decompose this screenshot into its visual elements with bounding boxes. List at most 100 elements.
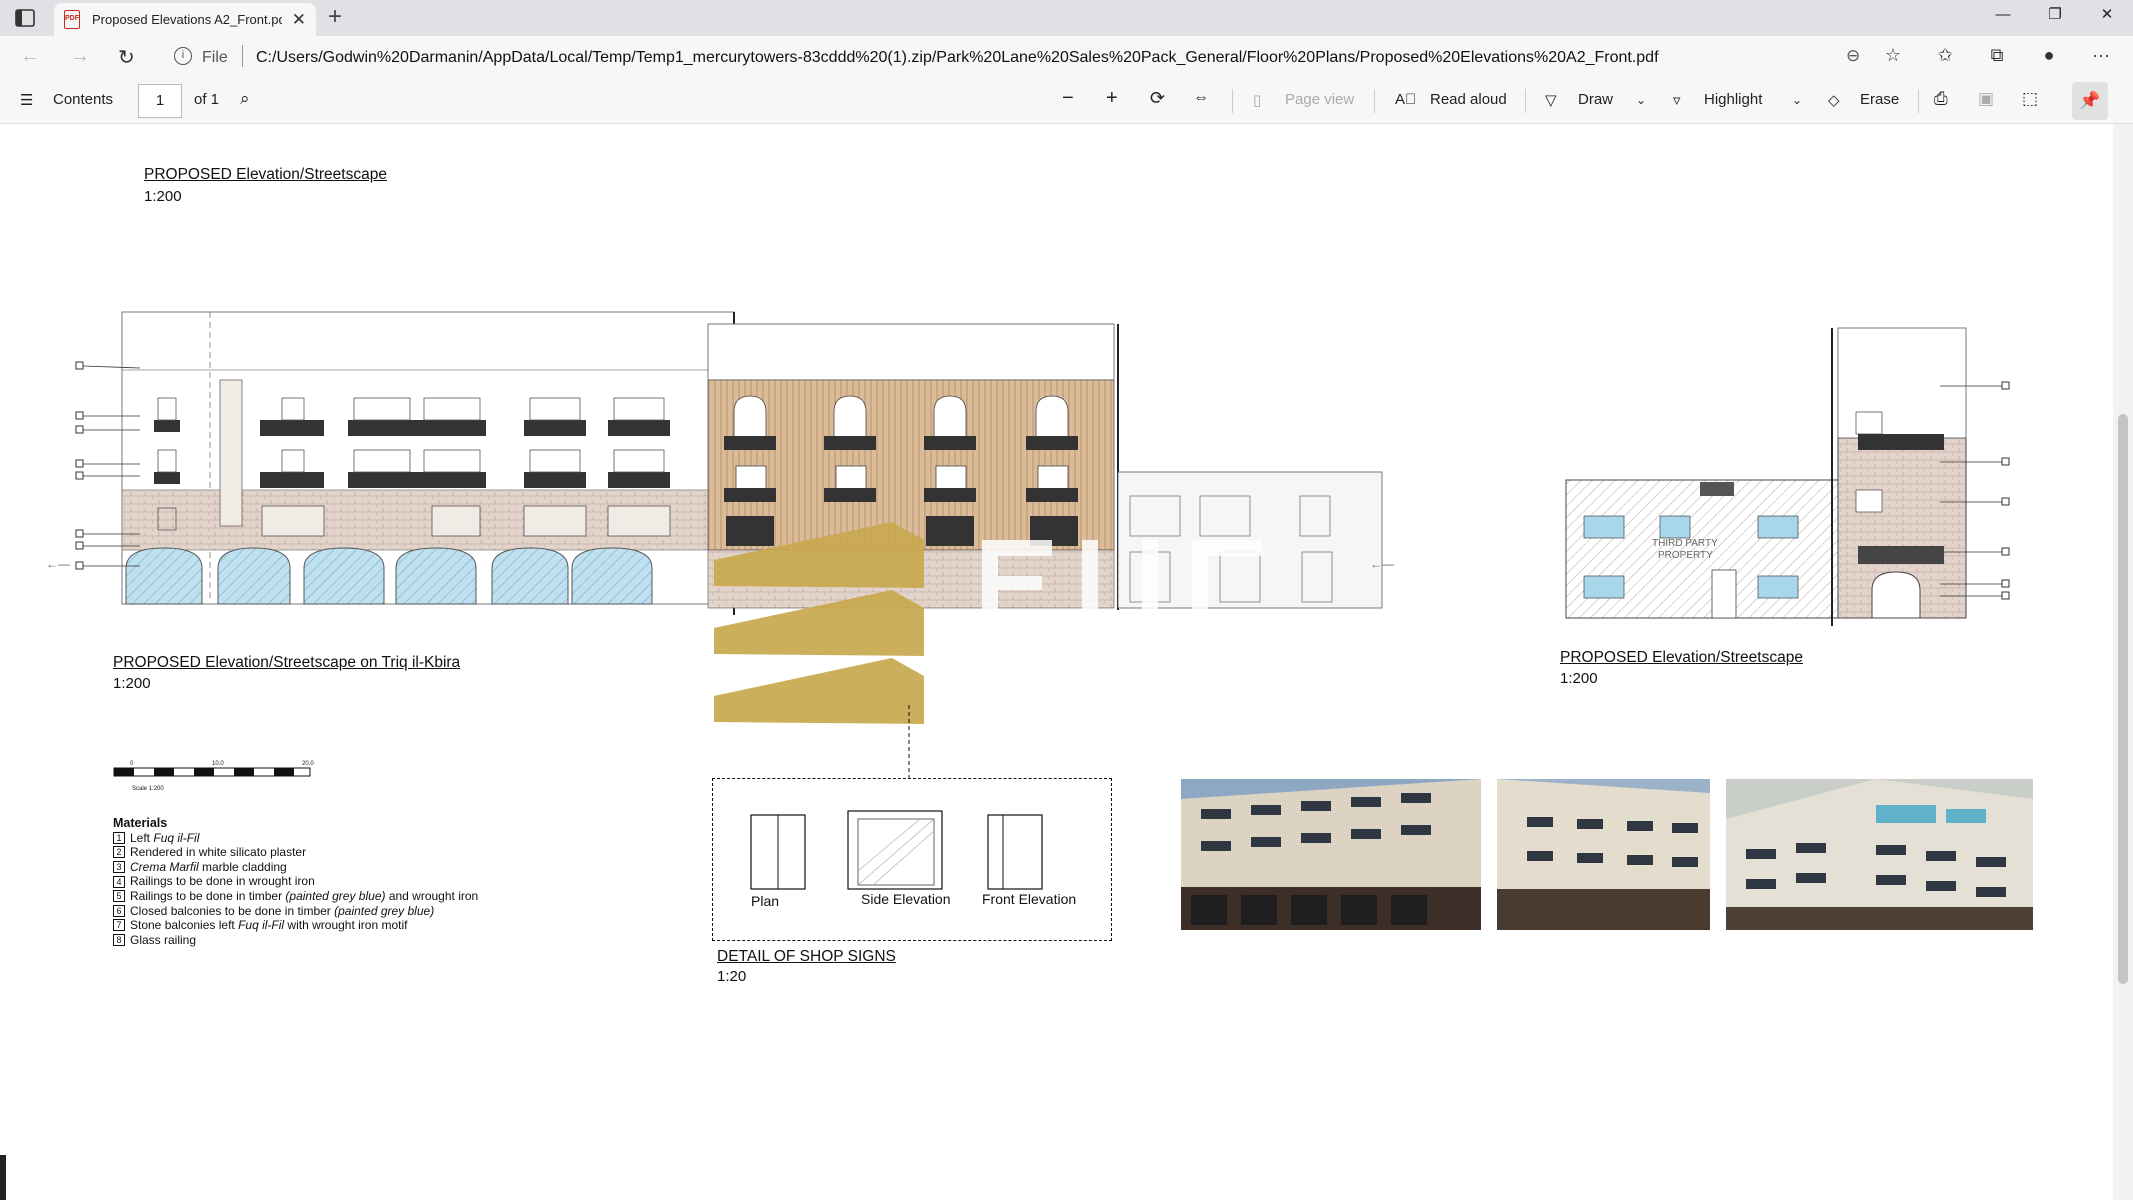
drawing-scale-right: 1:200 — [1560, 670, 1598, 687]
read-aloud-button[interactable]: Read aloud — [1430, 91, 1507, 108]
close-tab-button[interactable]: ✕ — [292, 10, 306, 30]
reload-icon[interactable]: ↻ — [118, 45, 135, 70]
favorites-icon[interactable]: ✩ — [1933, 45, 1957, 66]
pin-toolbar-icon[interactable]: 📌 — [2072, 82, 2108, 120]
read-aloud-icon[interactable]: A᪲ — [1395, 91, 1416, 108]
tab-actions-icon[interactable] — [14, 8, 36, 28]
highlight-button[interactable]: Highlight — [1704, 91, 1762, 108]
material-text: (painted grey blue) — [334, 903, 435, 918]
materials-list: 1 Left Fuq il-Fil 2 Rendered in white silic… — [113, 831, 478, 948]
drawing-title-triq-il-kbira: PROPOSED Elevation/Streetscape on Triq i… — [113, 654, 461, 671]
restore-icon[interactable]: ❐ — [2029, 0, 2081, 32]
svg-text:←—: ←— — [1370, 557, 1394, 571]
third-party-label-1: THIRD PARTY — [1652, 538, 1718, 549]
url-field[interactable]: i File C:/Users/Godwin%20Darmanin/AppDat… — [160, 40, 1860, 74]
drawing-title-right: PROPOSED Elevation/Streetscape — [1560, 649, 1803, 666]
zoom-out-button[interactable]: − — [1062, 87, 1074, 110]
render-photo-1 — [1181, 779, 1481, 930]
toolbar-divider — [1374, 89, 1375, 113]
material-number: 8 — [113, 934, 125, 947]
page-total: of 1 — [194, 91, 220, 108]
collections-icon[interactable]: ⧉ — [1985, 45, 2009, 66]
material-text: Stone balconies left — [130, 918, 239, 933]
side-elevation-drawing: THIRD PARTY PROPERTY — [1565, 327, 2010, 626]
material-text: Fuq il-Fil — [238, 918, 285, 933]
material-text: Left — [130, 830, 154, 845]
material-text: Closed balconies to be done in timber — [130, 903, 335, 918]
scale-bar-tick: 0 — [130, 761, 134, 767]
tab-title: Proposed Elevations A2_Front.pdf — [92, 12, 282, 27]
page-number-input[interactable]: 1 — [138, 84, 182, 118]
back-icon[interactable]: ← — [20, 45, 40, 68]
material-number: 1 — [113, 831, 125, 844]
draw-icon[interactable]: ▽ — [1545, 91, 1557, 109]
shop-signs-detail: Plan Side Elevation Front Elevation — [712, 778, 1112, 941]
add-favorite-icon[interactable]: ☆ — [1881, 45, 1905, 66]
rotate-icon[interactable]: ⟳ — [1150, 88, 1165, 109]
shop-signs-scale: 1:20 — [717, 968, 747, 985]
material-text: Fuq il-Fil — [153, 830, 200, 845]
material-text: Rendered in white silicato plaster — [130, 845, 307, 860]
vertical-scrollbar[interactable] — [2113, 124, 2133, 1200]
material-text: Railings to be done in timber — [130, 888, 286, 903]
save-as-icon[interactable]: ⬚ — [2022, 89, 2038, 109]
material-number: 7 — [113, 919, 125, 932]
draw-options-chevron-icon[interactable]: ⌄ — [1636, 93, 1646, 107]
fit-to-width-icon[interactable]: ⇔ — [1193, 89, 1209, 107]
drawing-title-top: PROPOSED Elevation/Streetscape — [144, 166, 387, 183]
material-text: Crema Marfil — [130, 859, 199, 874]
toolbar-divider — [1918, 89, 1919, 113]
print-icon[interactable]: ⎙ — [1934, 89, 1948, 109]
material-text: (painted grey blue) — [285, 888, 386, 903]
browser-actions: ☆ ✩ ⧉ ● ··· — [1881, 45, 2113, 66]
render-photo-2 — [1497, 779, 1710, 930]
minimize-icon[interactable]: — — [1977, 0, 2029, 32]
shop-signs-title: DETAIL OF SHOP SIGNS — [717, 948, 896, 965]
highlight-icon[interactable]: ▿ — [1673, 91, 1681, 109]
watermark-logo — [714, 522, 1262, 724]
page-view-icon: ▯ — [1253, 92, 1262, 109]
material-text: Glass railing — [130, 932, 197, 947]
info-icon[interactable]: i — [174, 47, 192, 65]
third-party-label-2: PROPERTY — [1658, 550, 1713, 561]
material-number: 6 — [113, 904, 125, 917]
more-menu-icon[interactable]: ··· — [2089, 45, 2113, 66]
render-photo-3 — [1726, 779, 2033, 930]
material-item: 5 Railings to be done in timber (painted … — [113, 889, 478, 904]
window-controls: — ❐ ✕ — [1977, 0, 2133, 32]
material-item: 8 Glass railing — [113, 933, 478, 948]
material-text: marble cladding — [198, 859, 287, 874]
material-number: 2 — [113, 846, 125, 859]
zoom-out-icon[interactable]: ⊖ — [1846, 46, 1860, 66]
pdf-file-icon: PDF — [64, 10, 80, 29]
material-item: 2 Rendered in white silicato plaster — [113, 845, 478, 860]
scale-bar-tick: 10.0 — [212, 761, 224, 767]
contents-icon[interactable]: ☰ — [20, 91, 33, 109]
highlight-options-chevron-icon[interactable]: ⌄ — [1792, 93, 1802, 107]
forward-icon[interactable]: → — [70, 45, 90, 68]
material-number: 5 — [113, 890, 125, 903]
url-scheme-label: File — [202, 49, 228, 66]
material-text: with wrought iron motif — [284, 918, 408, 933]
zoom-in-button[interactable]: + — [1106, 87, 1118, 110]
scrollbar-thumb[interactable] — [2118, 414, 2128, 984]
erase-icon[interactable]: ◇ — [1828, 91, 1840, 109]
address-bar: ← → ↻ i File C:/Users/Godwin%20Darmanin/… — [0, 36, 2133, 78]
material-item: 1 Left Fuq il-Fil — [113, 831, 478, 846]
find-icon[interactable]: ⌕ — [240, 89, 250, 109]
draw-button[interactable]: Draw — [1578, 91, 1613, 108]
window-edge — [0, 1155, 6, 1200]
close-window-icon[interactable]: ✕ — [2081, 0, 2133, 32]
material-text: and wrought iron — [385, 888, 479, 903]
contents-button[interactable]: Contents — [53, 91, 113, 108]
toolbar-divider — [1232, 89, 1233, 113]
tab-active[interactable]: PDF Proposed Elevations A2_Front.pdf ✕ — [54, 3, 316, 36]
svg-text:←—: ←— — [46, 557, 70, 571]
profile-avatar[interactable]: ● — [2037, 45, 2061, 66]
new-tab-button[interactable]: + — [328, 3, 342, 31]
materials-heading: Materials — [113, 816, 168, 830]
material-item: 4 Railings to be done in wrought iron — [113, 874, 478, 889]
url-text[interactable]: C:/Users/Godwin%20Darmanin/AppData/Local… — [256, 49, 1659, 67]
scale-bar-label: Scale 1:200 — [132, 786, 164, 792]
erase-button[interactable]: Erase — [1860, 91, 1899, 108]
